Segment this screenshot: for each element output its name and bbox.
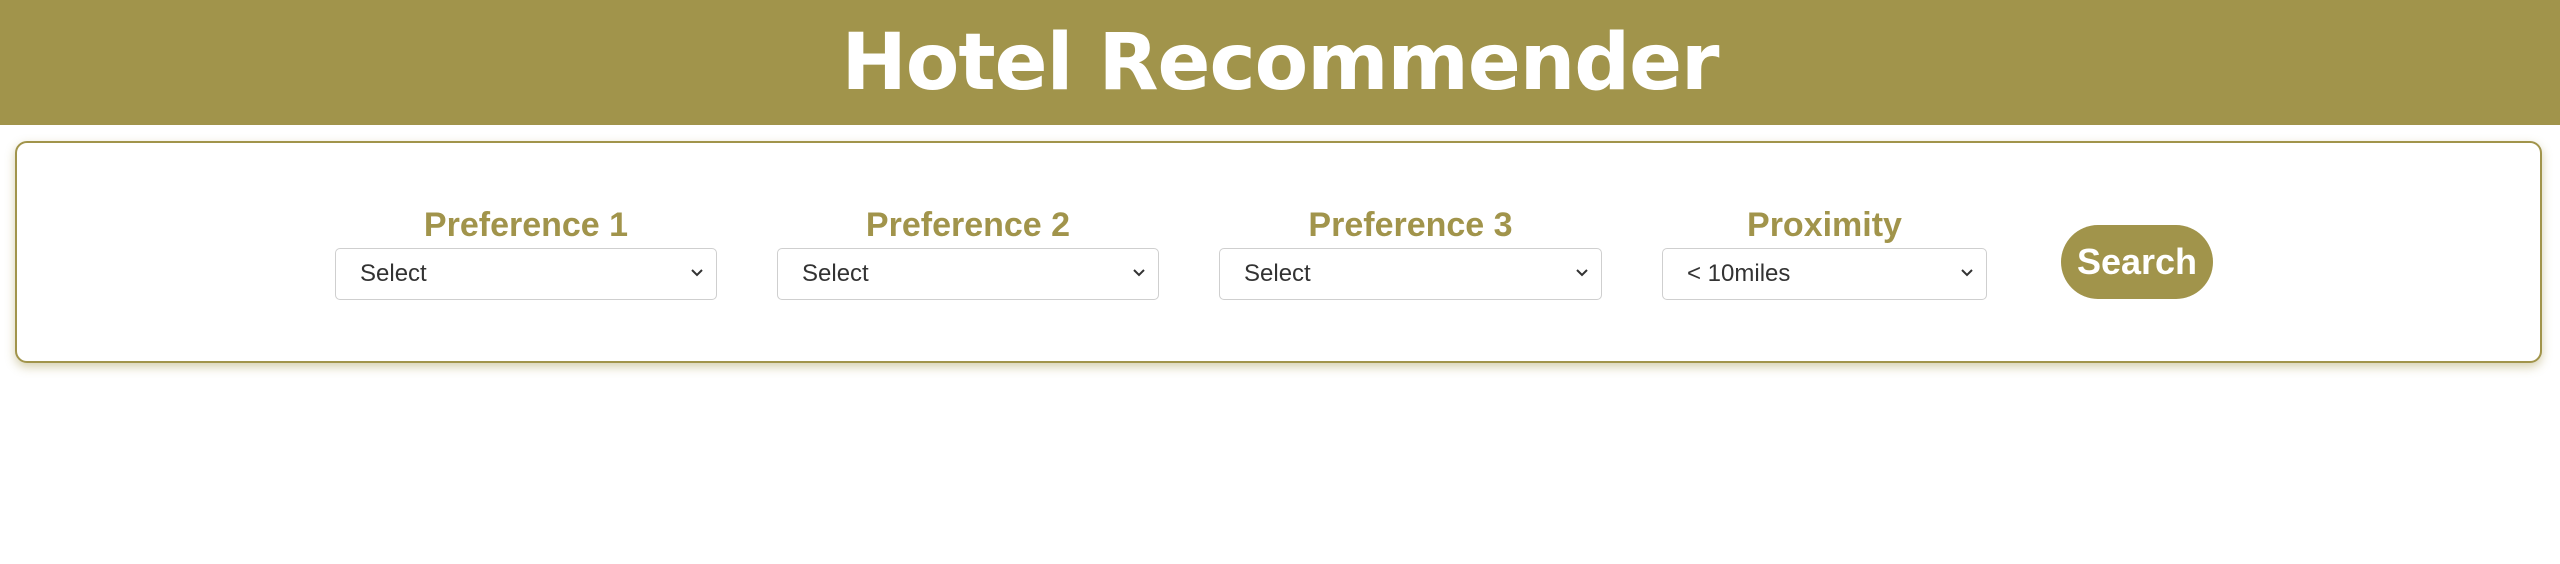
preference-1-select[interactable]: Select [335, 248, 717, 300]
proximity-select[interactable]: < 10miles [1662, 248, 1987, 300]
preference-2-select[interactable]: Select [777, 248, 1159, 300]
preference-1-value: Select [360, 260, 427, 287]
app-header: Hotel Recommender [0, 0, 2560, 125]
preference-1-label: Preference 1 [423, 206, 629, 244]
chevron-down-icon [1576, 269, 1588, 277]
page-title: Hotel Recommender [841, 17, 1720, 108]
preference-2-label: Preference 2 [865, 206, 1071, 244]
search-panel: Preference 1 Select Preference 2 Select … [15, 141, 2542, 363]
proximity-value: < 10miles [1687, 260, 1791, 287]
chevron-down-icon [691, 269, 703, 277]
preference-3-select[interactable]: Select [1219, 248, 1602, 300]
preference-3-label: Preference 3 [1308, 206, 1513, 244]
chevron-down-icon [1133, 269, 1145, 277]
chevron-down-icon [1961, 269, 1973, 277]
preference-2-value: Select [802, 260, 869, 287]
proximity-label: Proximity [1747, 206, 1902, 244]
search-button[interactable]: Search [2061, 225, 2213, 299]
preference-3-value: Select [1244, 260, 1311, 287]
